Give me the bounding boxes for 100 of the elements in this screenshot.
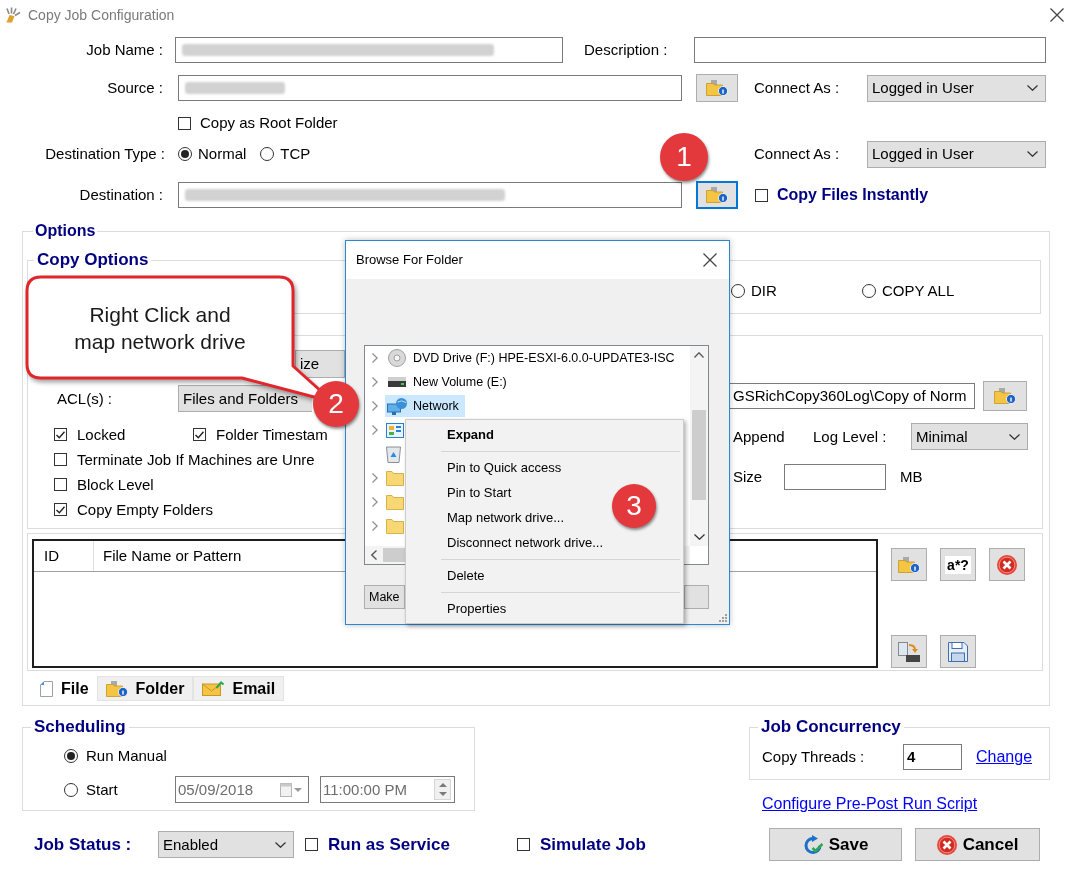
radio-button[interactable] [731,284,745,298]
menu-item[interactable]: Pin to Start [447,480,512,505]
text-field[interactable] [784,463,886,490]
cancel-button[interactable]: Cancel [915,828,1040,861]
checkbox[interactable] [305,838,318,851]
dropdown[interactable]: Logged in User [867,140,1046,168]
field-label: Job Name : [85,41,163,59]
chevron-left-icon [371,550,377,560]
close-button[interactable] [703,253,717,267]
group-title: Options [34,221,97,241]
checkbox-label: Copy as Root Folder [200,114,338,132]
text-field[interactable] [178,182,682,208]
checkbox[interactable] [54,453,67,466]
dropdown[interactable]: Minimal [911,423,1028,450]
chevron-down-icon [693,534,705,540]
checkbox[interactable] [54,478,67,491]
checkbox-label: Copy Empty Folders [77,500,213,519]
field-label: Source : [106,79,163,97]
text-field[interactable] [175,37,563,63]
browse-button[interactable] [696,74,738,102]
chevron-down-icon [1009,433,1020,440]
tree-item[interactable]: Network [385,395,465,417]
change-link[interactable]: Change [976,748,1033,766]
field-label: Job Status : [34,835,133,854]
text-field[interactable]: 4 [903,744,962,770]
tool-button[interactable] [989,548,1025,581]
drive-icon [388,377,406,387]
field-label: MB [900,467,923,486]
x-circle-icon [936,834,957,855]
radio-button[interactable] [862,284,876,298]
folder-icon [386,494,404,510]
dropdown[interactable]: Files and Folders [178,385,312,412]
folder-icon [706,80,728,96]
field-label: Connect As : [754,145,841,163]
recycle-bin-icon [386,445,401,463]
folder-icon [994,388,1016,404]
group-title: Job Concurrency [760,718,902,736]
dialog-button[interactable]: Make [364,585,405,609]
field-label: Log Level : [813,427,888,446]
checkbox[interactable] [54,428,67,441]
group-title: Scheduling [33,718,127,736]
tool-button[interactable] [940,635,976,668]
refresh-icon [802,834,823,855]
tree-item[interactable]: DVD Drive (F:) HPE-ESXI-6.0.0-UPDATE3-ISC [385,347,681,369]
field-label: Destination Type : [44,145,165,163]
checkbox[interactable] [178,116,191,130]
radio-button[interactable] [260,147,275,161]
tab[interactable]: Folder [96,676,194,701]
menu-item[interactable]: Disconnect network drive... [447,530,604,555]
envelope-icon [202,681,225,696]
text-field[interactable] [694,37,1046,63]
page-icon [40,680,53,697]
menu-item[interactable]: Map network drive... [447,505,565,530]
radio-label: COPY ALL [882,282,955,300]
dropdown[interactable]: Enabled [158,831,294,858]
scrollbar-thumb[interactable] [692,410,706,500]
menu-item[interactable]: Delete [447,563,485,588]
dropdown[interactable]: Logged in User [867,74,1046,102]
radio-button[interactable] [178,147,192,161]
menu-item[interactable]: Pin to Quick access [447,455,562,480]
folder-icon [386,470,404,486]
folder-icon [898,556,920,573]
dialog-title: Browse For Folder [356,251,463,269]
browse-button[interactable] [983,381,1027,411]
caret-down-icon [438,792,447,797]
checkbox-label: Simulate Job [540,835,646,854]
text-field[interactable]: GSRichCopy360Log\Copy of Norm [729,383,975,409]
tool-button[interactable]: a*? [940,548,976,581]
field-label: ACL(s) : [57,389,113,408]
caret-up-icon [438,782,447,787]
checkbox[interactable] [517,838,530,851]
checkbox-label: Copy Files Instantly [777,186,929,204]
close-button[interactable] [1049,7,1065,23]
checkbox[interactable] [193,428,206,441]
tree-item[interactable] [385,443,401,465]
script-link[interactable]: Configure Pre-Post Run Script [762,795,1050,813]
tab[interactable]: Email [193,676,285,701]
browse-button[interactable] [696,181,738,209]
vertical-scrollbar[interactable] [690,346,708,546]
tree-item[interactable]: New Volume (E:) [385,371,513,393]
tool-button[interactable] [891,635,927,668]
checkbox[interactable] [54,503,67,516]
text-field[interactable] [178,75,682,101]
file-transfer-icon [898,641,920,662]
tool-button[interactable] [891,548,927,581]
save-button[interactable]: Save [769,828,902,861]
check-icon [56,430,65,439]
step-badge: 2 [313,381,359,427]
check-icon [195,430,204,439]
radio-label: Normal [198,145,247,163]
menu-item[interactable]: Properties [447,596,507,621]
control-panel-icon [386,422,404,438]
dialog-button[interactable] [684,585,709,609]
column-header: ID [34,541,94,571]
checkbox[interactable] [755,188,768,202]
action-button[interactable]: ize [295,350,345,378]
step-badge: 1 [660,133,708,181]
check-icon [56,505,65,514]
checkbox-label: Locked [77,425,126,444]
menu-item[interactable]: Expand [447,422,494,447]
